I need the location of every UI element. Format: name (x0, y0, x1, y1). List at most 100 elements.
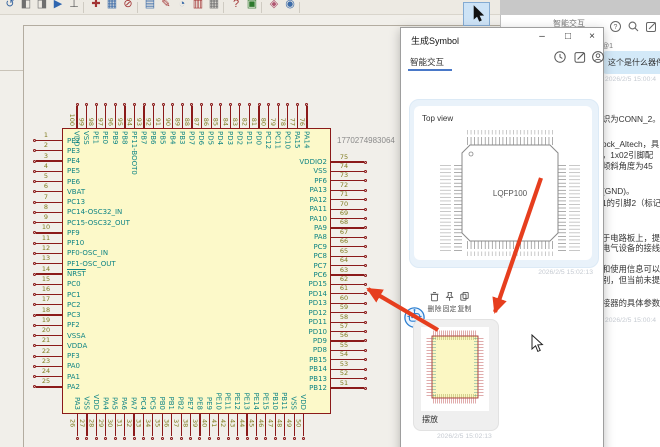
pin-end-dot (94, 436, 98, 440)
ai-panel-titlebar[interactable]: AI助手 (500, 0, 660, 16)
close-icon[interactable]: × (585, 31, 599, 42)
pin-number: 94 (125, 117, 134, 126)
new-chat-icon[interactable] (645, 20, 658, 33)
pin[interactable] (36, 160, 62, 162)
pin-end-dot (364, 367, 367, 371)
sheet-icon[interactable]: ▤ (143, 0, 157, 12)
pin-number: 59 (339, 303, 349, 312)
pin-number: 95 (115, 117, 124, 126)
lqfp100-package-diagram: LQFP100 (430, 128, 590, 258)
pin-end-dot (161, 103, 165, 106)
pin-number: 7 (43, 192, 49, 201)
pin-end-dot (364, 264, 367, 268)
pin-name: PA3 (73, 396, 81, 410)
pin[interactable] (36, 180, 62, 183)
pin-name: PD3 (225, 131, 234, 146)
toolbar-separator (299, 2, 300, 13)
history-icon[interactable] (553, 50, 567, 64)
grid-icon[interactable]: ▦ (207, 0, 221, 12)
web-icon[interactable]: ◉ (283, 0, 297, 12)
pointer-tool-button[interactable] (463, 2, 490, 26)
place-label: 摆放 (422, 415, 438, 424)
page-prev-icon[interactable]: ◧ (19, 0, 33, 12)
pin-end-dot (364, 386, 367, 390)
pin[interactable] (331, 387, 364, 389)
pin-number: 9 (43, 213, 49, 222)
pin-name: PF2 (67, 321, 80, 330)
pin-number: 55 (339, 340, 349, 349)
pin-name: PD14 (308, 289, 327, 298)
pin-end-dot (364, 188, 367, 192)
green-tool-icon[interactable]: ▣ (245, 0, 259, 12)
probe-icon[interactable]: ⊥ (67, 0, 81, 12)
pin-number: 36 (162, 419, 171, 428)
pin-name: PB5 (158, 131, 167, 145)
footprint-icon[interactable]: ◈ (267, 0, 281, 12)
layers-icon[interactable]: ▥ (191, 0, 205, 12)
pin-end-dot (152, 103, 156, 106)
pin[interactable] (36, 211, 62, 213)
generated-symbol-thumbnail[interactable] (421, 327, 489, 411)
tab-smart-interaction[interactable]: 智能交互 (410, 56, 444, 68)
pin[interactable] (36, 139, 62, 142)
pin-number: 38 (181, 419, 190, 428)
pin-name: PB11 (280, 392, 289, 410)
pin-number: 48 (275, 419, 284, 428)
annotate-icon[interactable]: ✎ (159, 0, 173, 12)
ai-answer-fragment: 电气设备的接线 (602, 243, 660, 253)
help-icon[interactable]: ? (609, 20, 622, 33)
search-icon[interactable] (627, 20, 640, 33)
pin-number: 84 (221, 117, 230, 126)
pin[interactable] (36, 386, 62, 388)
pin-name: PA9 (313, 223, 327, 232)
netlist-icon[interactable]: ▦ (105, 0, 119, 12)
pin-end-dot (123, 436, 127, 440)
pin[interactable] (36, 191, 62, 193)
pin-end-dot (113, 103, 117, 106)
pin[interactable] (36, 201, 62, 203)
maximize-button[interactable]: □ (561, 31, 575, 42)
ai-answer-fragment: 接器的具体参数 (602, 298, 660, 308)
pin-name: PA10 (309, 214, 327, 223)
pin[interactable] (36, 170, 62, 172)
pin-name: PD5 (206, 131, 215, 146)
pin-number: 82 (240, 117, 249, 126)
profile-icon[interactable] (591, 50, 605, 64)
pin-end-dot (151, 436, 155, 440)
pin-name: VSSA (67, 331, 86, 340)
undo-icon[interactable]: ↺ (3, 0, 17, 12)
pin-name: PD4 (216, 131, 225, 146)
pin-number: 40 (200, 419, 209, 428)
history-icon[interactable]: ◔ (175, 0, 189, 12)
page-next-icon[interactable]: ◨ (35, 0, 49, 12)
pin-end-dot (295, 103, 299, 106)
pin-icon (444, 291, 455, 302)
pin-name: PA11 (309, 205, 327, 214)
pin-name: PA2 (67, 382, 81, 391)
copy-button[interactable]: 复制 (457, 291, 472, 314)
pin-name: PC15-OSC32_OUT (67, 218, 130, 227)
pin[interactable] (306, 106, 308, 128)
pin-name: PE3 (67, 146, 81, 155)
pin-end-dot (286, 103, 290, 106)
run-icon[interactable]: ▶ (51, 0, 65, 12)
edit-icon[interactable] (573, 50, 587, 64)
pin-end-dot (217, 436, 221, 440)
pin-number: 12 (41, 243, 51, 252)
pin-number: 96 (106, 117, 115, 126)
pin-end-dot (267, 103, 271, 106)
erc-icon[interactable]: ⊘ (121, 0, 135, 12)
add-symbol-icon[interactable]: ✚ (89, 0, 103, 12)
minimize-button[interactable]: – (535, 31, 549, 42)
pin-name: PB15 (309, 355, 327, 364)
pin-end-dot (254, 436, 258, 440)
check-icon[interactable]: ? (229, 0, 243, 12)
pin-name: PD15 (308, 280, 327, 289)
delete-button[interactable]: 删除 (427, 291, 442, 314)
pin-button[interactable]: 固定 (442, 291, 457, 314)
toolbar-separator (261, 2, 262, 13)
pin-name: PB0 (157, 396, 166, 410)
pin[interactable] (36, 150, 62, 152)
pin[interactable] (302, 414, 305, 436)
pin-number: 16 (41, 285, 51, 294)
